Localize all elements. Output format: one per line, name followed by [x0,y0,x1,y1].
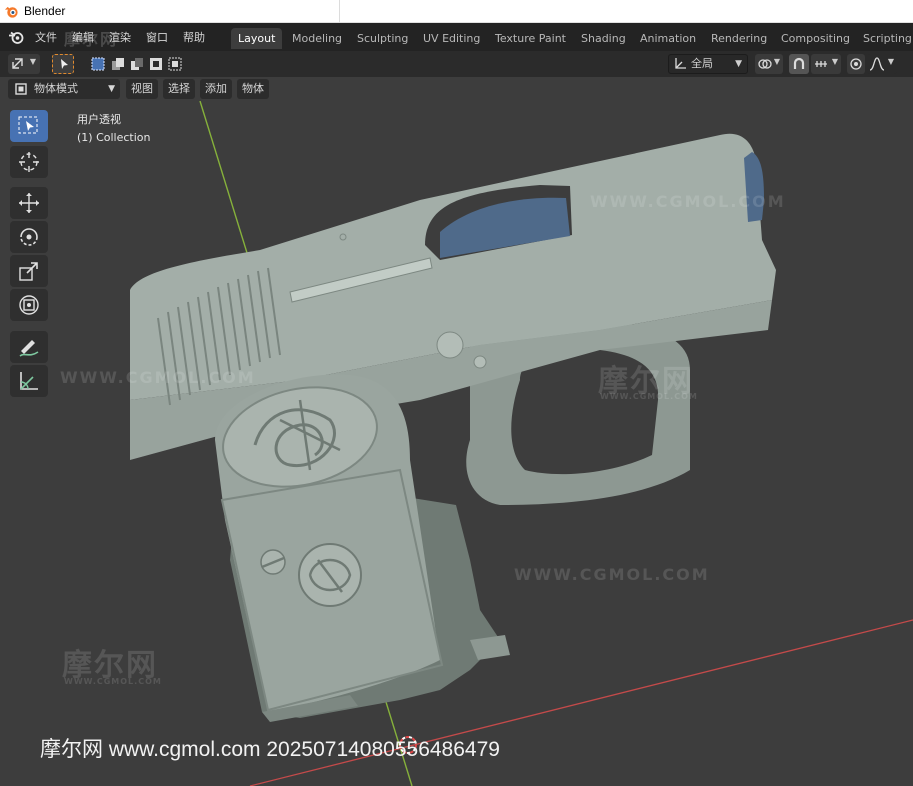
window-title: Blender [24,4,66,18]
window-titlebar: Blender [0,0,913,23]
proportional-edit-button[interactable] [847,54,865,74]
select-mode-extend-icon[interactable] [110,56,126,72]
viewport-collection-label: (1) Collection [77,131,151,144]
snap-icon [793,57,805,69]
select-mode-intersect-icon[interactable] [167,56,183,72]
transform-icon [19,295,39,315]
blender-menu-icon[interactable] [8,29,24,45]
select-box-icon [18,116,38,134]
annotate-icon [19,340,39,357]
tab-rendering[interactable]: Rendering [704,28,774,49]
select-mode-new-icon[interactable] [90,56,106,72]
blender-logo-icon [4,6,18,18]
watermark-url-3: WWW.CGMOL.COM [60,368,256,387]
menu-add[interactable]: 添加 [200,79,232,99]
object-mode-icon [15,83,27,95]
watermark-caption: 摩尔网 www.cgmol.com 20250714080556486479 [40,738,500,761]
cursor-icon [19,152,39,172]
tool-cursor[interactable] [10,146,48,178]
tab-sculpting[interactable]: Sculpting [350,28,415,49]
transform-orientation-value: 全局 [691,57,713,70]
menu-window[interactable]: 窗口 [146,29,168,45]
viewport-view-name: 用户透视 [77,113,121,126]
tool-move[interactable] [10,187,48,219]
tab-compositing[interactable]: Compositing [774,28,857,49]
tab-animation[interactable]: Animation [633,28,703,49]
pistol-model[interactable] [130,133,776,722]
menu-select[interactable]: 选择 [163,79,195,99]
tool-select-box[interactable] [10,110,48,142]
interaction-mode-dropdown[interactable]: 物体模式 ▼ [8,79,120,99]
select-mode-group [88,54,184,74]
tab-uv-editing[interactable]: UV Editing [416,28,487,49]
snap-target-button[interactable]: ▼ [811,54,841,74]
interaction-mode-value: 物体模式 [34,82,78,95]
viewport-subheader: 物体模式 ▼ 视图 选择 添加 物体 [0,77,913,101]
tool-scale[interactable] [10,255,48,287]
tab-layout[interactable]: Layout [231,28,283,49]
watermark-brand-3: 摩尔网 [64,30,119,49]
proportional-edit-icon [850,58,862,70]
watermark-brand-sub-1: WWW.CGMOL.COM [600,392,698,401]
tool-transform[interactable] [10,289,48,321]
tab-modeling[interactable]: Modeling [285,28,349,49]
watermark-brand-sub-2: WWW.CGMOL.COM [64,677,162,686]
tab-scripting[interactable]: Scripting [856,28,913,49]
select-tool-button[interactable] [52,54,74,74]
top-menubar: 文件 编辑 渲染 窗口 帮助 Layout Modeling Sculpting… [0,23,913,51]
tool-annotate[interactable] [10,331,48,363]
transform-pivot-button[interactable]: ▼ [755,54,783,74]
falloff-icon [869,57,885,71]
orientation-global-icon [675,58,686,69]
tool-rotate[interactable] [10,221,48,253]
editor-type-button[interactable]: ▼ [8,54,40,74]
titlebar-divider [339,0,340,23]
transform-pivot-icon [758,59,772,69]
snap-toggle-button[interactable] [789,54,809,74]
move-icon [19,193,39,213]
menu-help[interactable]: 帮助 [183,29,205,45]
menu-view[interactable]: 视图 [126,79,158,99]
transform-orientation-dropdown[interactable]: 全局 ▼ [668,54,748,74]
scale-icon [19,262,38,281]
rotate-icon [20,228,38,246]
menu-object[interactable]: 物体 [237,79,269,99]
select-tool-icon [61,59,68,69]
editor-type-icon [12,58,23,69]
tab-shading[interactable]: Shading [574,28,633,49]
menu-file[interactable]: 文件 [35,29,57,45]
watermark-url-2: WWW.CGMOL.COM [590,192,786,211]
viewport-header: ▼ 全局 ▼ ▼ ▼ ▼ [0,51,913,77]
snap-increment-icon [815,61,827,67]
chevron-down-icon: ▼ [735,59,742,69]
chevron-down-icon: ▼ [108,84,115,94]
watermark-url-1: WWW.CGMOL.COM [514,565,710,584]
tab-texture-paint[interactable]: Texture Paint [488,28,573,49]
falloff-button[interactable]: ▼ [867,54,897,74]
tool-measure[interactable] [10,365,48,397]
select-mode-invert-icon[interactable] [148,56,164,72]
measure-icon [20,372,38,390]
select-mode-subtract-icon[interactable] [129,56,145,72]
